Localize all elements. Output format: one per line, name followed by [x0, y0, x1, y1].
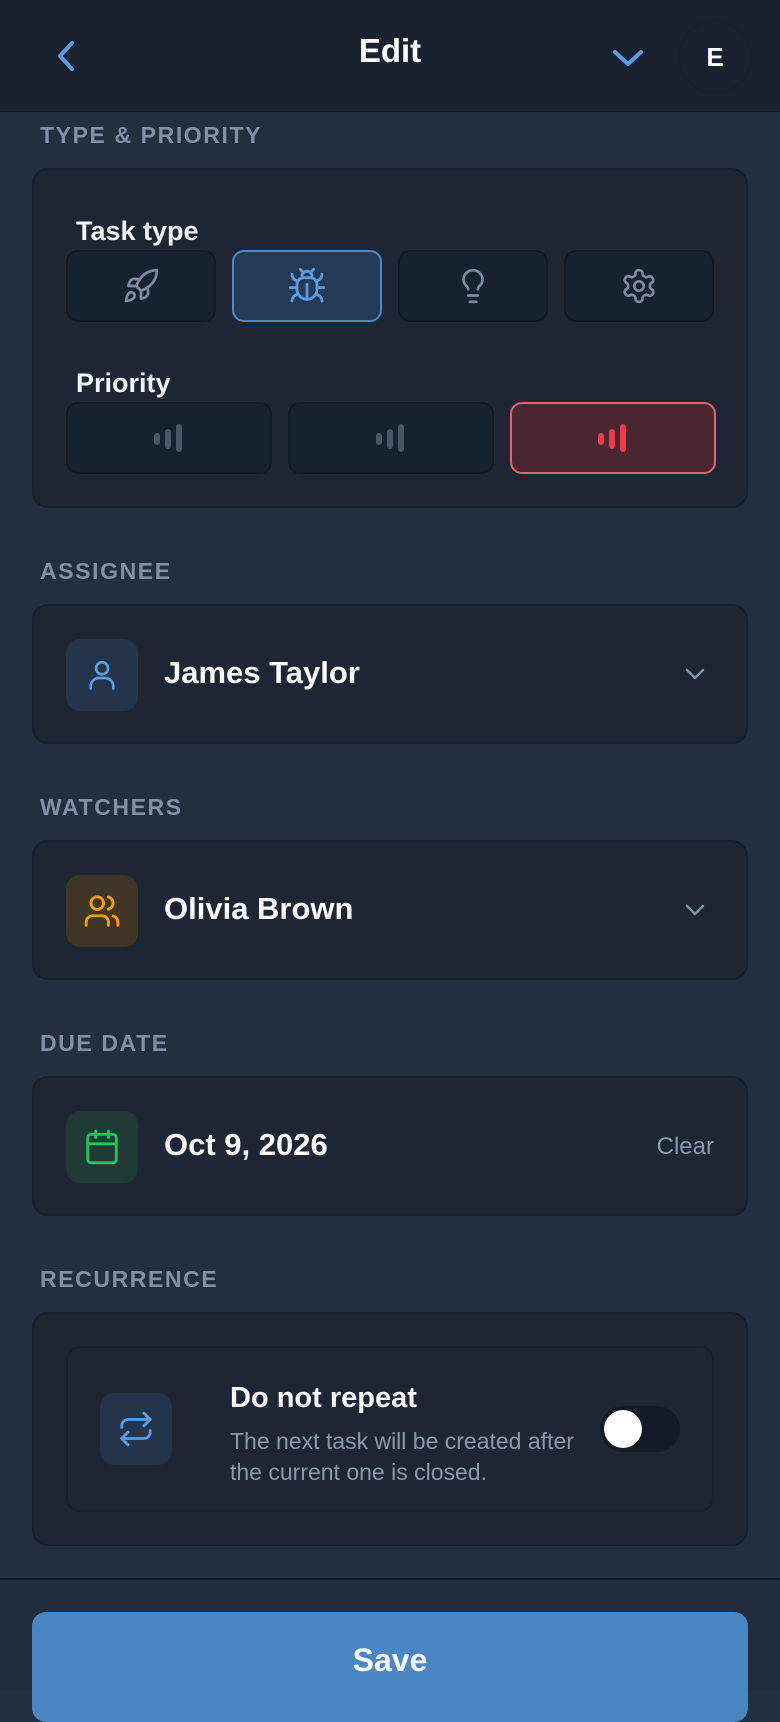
task-type-idea[interactable]	[398, 250, 548, 322]
bug-icon	[288, 267, 326, 303]
clear-date-button[interactable]: Clear	[657, 1133, 714, 1161]
task-type-label: Task type	[76, 216, 199, 246]
task-type-feature[interactable]	[66, 250, 216, 322]
recurrence-description: The next task will be created after the …	[230, 1428, 574, 1485]
assignee-chevron	[680, 659, 710, 689]
section-label-recurrence: RECURRENCE	[40, 1266, 219, 1292]
user-icon	[89, 660, 115, 690]
signal-bars-icon	[598, 424, 626, 452]
calendar-icon	[86, 1129, 118, 1165]
recurrence-title: Do not repeat	[230, 1382, 417, 1414]
signal-bars-icon	[154, 424, 182, 452]
priority-low[interactable]	[66, 402, 272, 474]
signal-bars-icon	[376, 424, 404, 452]
repeat-icon	[120, 1411, 152, 1447]
expand-button[interactable]	[606, 38, 650, 78]
section-label-type-priority: TYPE & PRIORITY	[40, 122, 263, 148]
page-title: Edit	[358, 32, 422, 69]
toggle-knob	[604, 1410, 642, 1448]
due-date-value: Oct 9, 2026	[164, 1127, 328, 1162]
task-type-task[interactable]	[564, 250, 714, 322]
users-icon	[84, 895, 120, 927]
watchers-chevron	[680, 895, 710, 925]
priority-label: Priority	[76, 368, 171, 398]
section-label-watchers: WATCHERS	[40, 794, 183, 820]
recurrence-option: Do not repeat The next task will be crea…	[66, 1346, 714, 1512]
chevron-down-icon	[613, 50, 643, 66]
save-button-label: Save	[352, 1642, 428, 1678]
rocket-icon	[124, 268, 159, 303]
section-label-due-date: DUE DATE	[40, 1030, 169, 1056]
watchers-value: Olivia Brown	[164, 891, 354, 926]
recurrence-card: Do not repeat The next task will be crea…	[32, 1312, 748, 1546]
save-button[interactable]: Save	[32, 1612, 748, 1722]
priority-high[interactable]	[510, 402, 716, 474]
top-bar: Edit E	[0, 0, 780, 112]
recurrence-icon-box	[100, 1393, 172, 1465]
lightbulb-icon	[462, 268, 484, 304]
watchers-icon-box	[66, 875, 138, 947]
task-type-bug[interactable]	[232, 250, 382, 322]
assignee-select[interactable]: James Taylor	[32, 604, 748, 744]
chevron-down-icon	[685, 668, 705, 680]
watchers-select[interactable]: Olivia Brown	[32, 840, 748, 980]
priority-medium[interactable]	[288, 402, 494, 474]
due-date-field[interactable]: Oct 9, 2026 Clear	[32, 1076, 748, 1216]
gear-icon	[623, 268, 655, 304]
recurrence-toggle[interactable]	[600, 1406, 680, 1452]
assignee-value: James Taylor	[164, 655, 360, 690]
type-priority-card: Task type Priority	[32, 168, 748, 508]
section-label-assignee: ASSIGNEE	[40, 558, 172, 584]
due-date-icon-box	[66, 1111, 138, 1183]
chevron-down-icon	[685, 904, 705, 916]
assignee-icon-box	[66, 639, 138, 711]
avatar[interactable]: E	[680, 22, 750, 92]
